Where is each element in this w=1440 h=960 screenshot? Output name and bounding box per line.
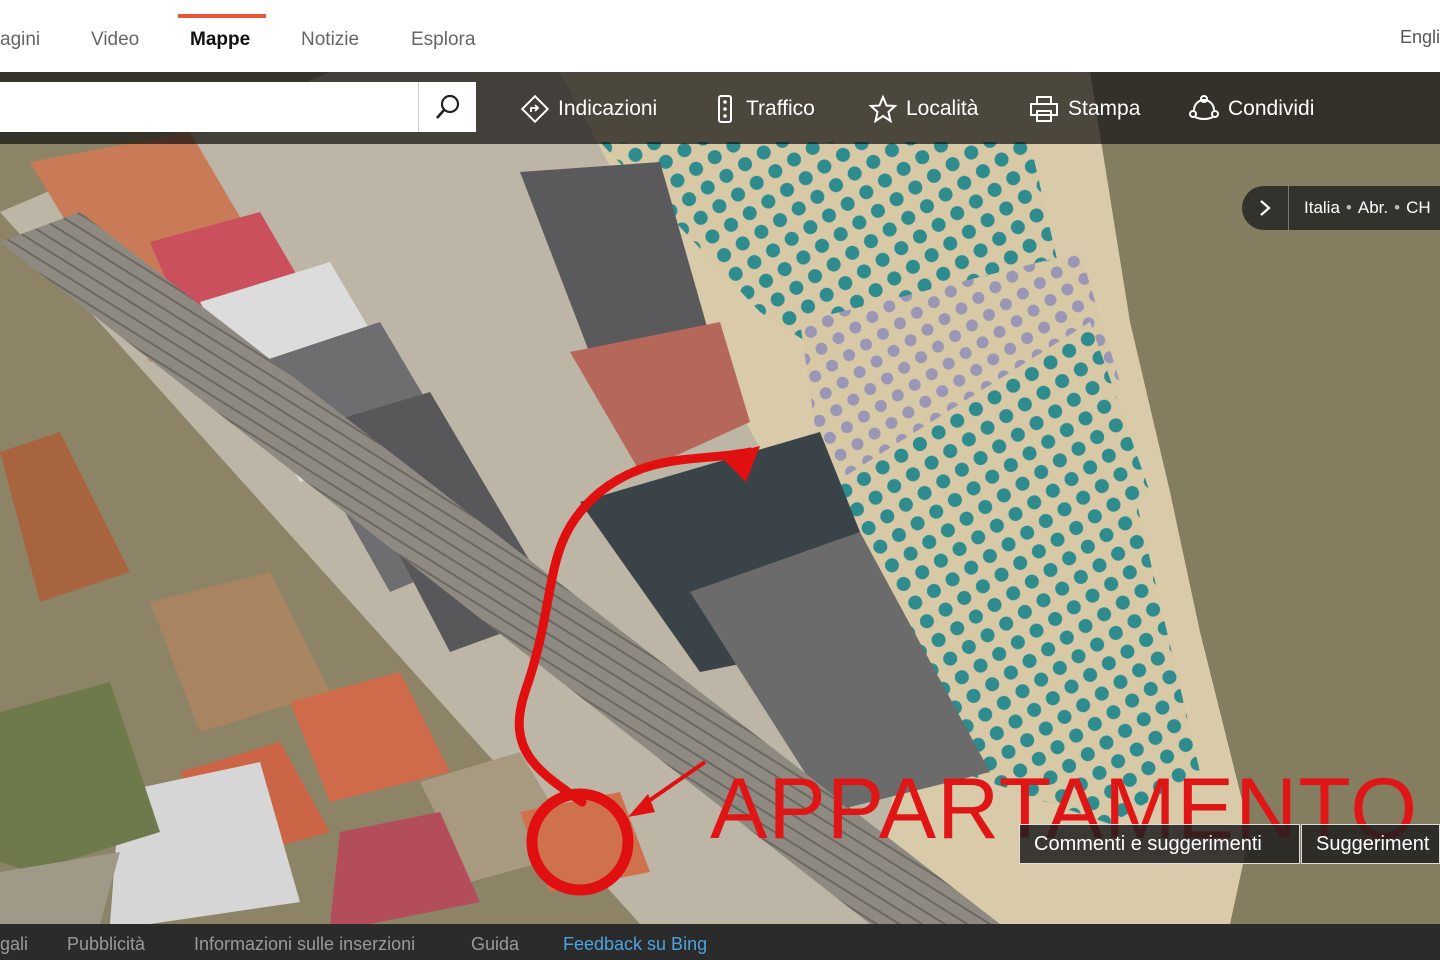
traffic-label: Traffico	[746, 97, 815, 120]
traffic-button[interactable]: Traffico	[712, 92, 815, 126]
suggestions-button[interactable]: Suggeriment	[1301, 824, 1440, 864]
footer-link-legal[interactable]: gali	[0, 934, 28, 955]
share-label: Condividi	[1228, 97, 1315, 120]
places-label: Località	[906, 97, 979, 120]
search-input[interactable]	[0, 82, 419, 132]
print-button[interactable]: Stampa	[1028, 92, 1140, 126]
tab-images[interactable]: agini	[0, 29, 40, 51]
breadcrumb-expand-button[interactable]	[1242, 186, 1289, 230]
location-breadcrumb: Italia • Abr. • CH	[1242, 186, 1440, 230]
footer-link-feedback[interactable]: Feedback su Bing	[563, 934, 707, 955]
breadcrumb-item-province[interactable]: CH	[1406, 198, 1431, 217]
tab-news[interactable]: Notizie	[301, 29, 359, 51]
places-button[interactable]: Località	[868, 92, 978, 126]
breadcrumb-item-country[interactable]: Italia	[1304, 198, 1340, 217]
footer: gali Pubblicità Informazioni sulle inser…	[0, 924, 1440, 960]
print-label: Stampa	[1068, 97, 1141, 120]
footer-link-help[interactable]: Guida	[471, 934, 519, 955]
comments-suggestions-label: Commenti e suggerimenti	[1034, 832, 1262, 855]
share-button[interactable]: Condividi	[1188, 92, 1314, 126]
comments-suggestions-button[interactable]: Commenti e suggerimenti	[1019, 824, 1300, 864]
print-icon	[1030, 96, 1058, 122]
footer-link-ad-info[interactable]: Informazioni sulle inserzioni	[194, 934, 415, 955]
chevron-right-icon	[1260, 200, 1271, 216]
active-tab-indicator	[178, 14, 266, 18]
search-button[interactable]	[419, 82, 476, 132]
breadcrumb-item-region[interactable]: Abr.	[1358, 198, 1388, 217]
star-icon	[868, 94, 898, 124]
breadcrumb-path: Italia • Abr. • CH	[1304, 198, 1431, 217]
directions-icon	[520, 94, 550, 124]
language-link[interactable]: Engli	[1400, 27, 1440, 48]
satellite-map[interactable]: APPARTAMENTO	[0, 72, 1440, 924]
map-toolbar: Indicazioni Traffico Località Stampa Con…	[0, 72, 1440, 144]
top-navigation: agini Video Mappe Notizie Esplora Engli	[0, 0, 1440, 72]
share-icon	[1189, 95, 1219, 120]
traffic-icon	[718, 95, 732, 123]
tab-explore[interactable]: Esplora	[411, 29, 475, 51]
search-icon	[435, 94, 459, 119]
tab-maps[interactable]: Mappe	[190, 29, 250, 51]
directions-button[interactable]: Indicazioni	[520, 92, 657, 126]
directions-label: Indicazioni	[558, 97, 658, 120]
suggestions-label: Suggeriment	[1316, 832, 1430, 855]
footer-link-advertising[interactable]: Pubblicità	[67, 934, 145, 955]
tab-video[interactable]: Video	[91, 29, 139, 51]
